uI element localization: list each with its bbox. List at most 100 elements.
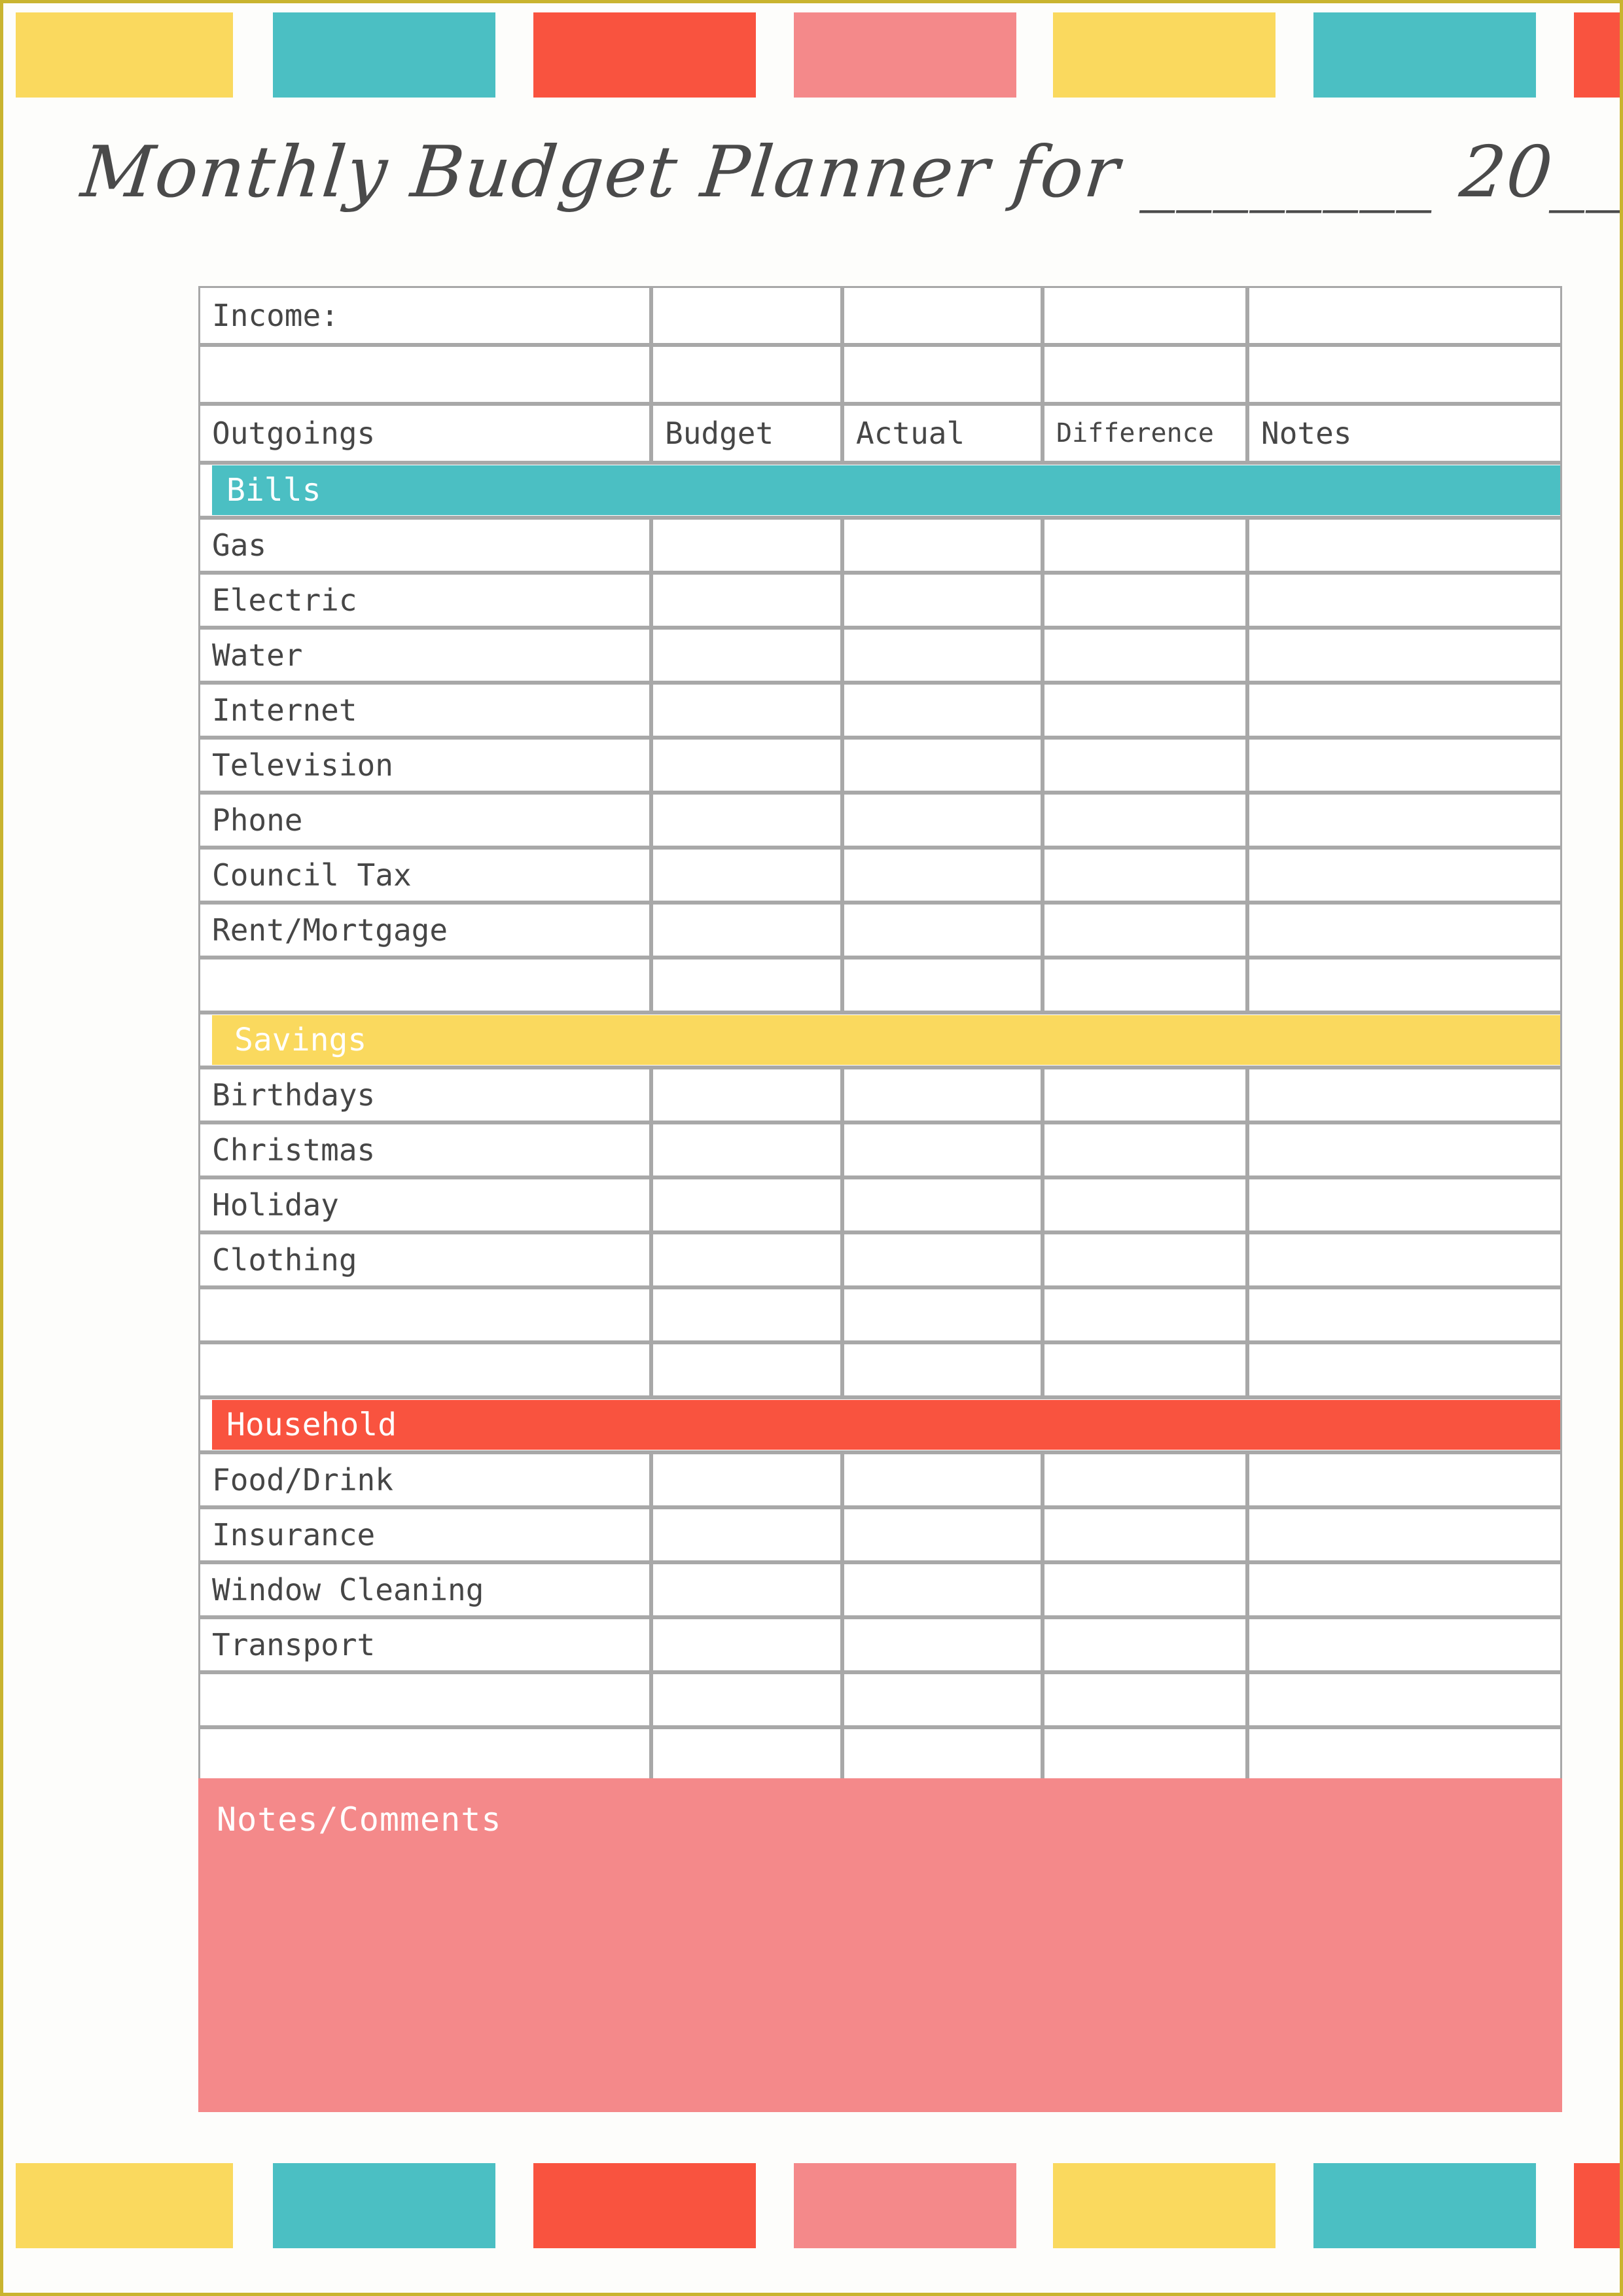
row-actual-cell[interactable] bbox=[842, 1617, 1043, 1672]
row-notes-cell[interactable] bbox=[1247, 903, 1562, 958]
row-difference-cell[interactable] bbox=[1043, 848, 1247, 903]
row-difference-cell[interactable] bbox=[1043, 1452, 1247, 1507]
row-notes-cell[interactable] bbox=[1247, 1727, 1562, 1782]
row-actual-cell[interactable] bbox=[842, 1507, 1043, 1562]
row-budget-cell[interactable] bbox=[651, 1177, 842, 1232]
row-actual-cell[interactable] bbox=[842, 1562, 1043, 1617]
row-label[interactable] bbox=[198, 1287, 651, 1342]
row-difference-cell[interactable] bbox=[1043, 1562, 1247, 1617]
row-notes-cell[interactable] bbox=[1247, 793, 1562, 848]
color-bar bbox=[1313, 2163, 1536, 2248]
row-budget-cell[interactable] bbox=[651, 1672, 842, 1727]
row-budget-cell[interactable] bbox=[651, 1507, 842, 1562]
income-budget-cell[interactable] bbox=[651, 286, 842, 345]
blank-budget-cell[interactable] bbox=[651, 345, 842, 404]
notes-comments-box[interactable]: Notes/Comments bbox=[198, 1778, 1562, 2112]
row-notes-cell[interactable] bbox=[1247, 1232, 1562, 1287]
row-budget-cell[interactable] bbox=[651, 1342, 842, 1397]
row-actual-cell[interactable] bbox=[842, 1672, 1043, 1727]
row-difference-cell[interactable] bbox=[1043, 1177, 1247, 1232]
row-difference-cell[interactable] bbox=[1043, 1342, 1247, 1397]
row-actual-cell[interactable] bbox=[842, 1727, 1043, 1782]
row-actual-cell[interactable] bbox=[842, 1177, 1043, 1232]
row-difference-cell[interactable] bbox=[1043, 1067, 1247, 1122]
row-actual-cell[interactable] bbox=[842, 793, 1043, 848]
row-difference-cell[interactable] bbox=[1043, 628, 1247, 683]
row-difference-cell[interactable] bbox=[1043, 793, 1247, 848]
row-notes-cell[interactable] bbox=[1247, 1122, 1562, 1177]
row-budget-cell[interactable] bbox=[651, 958, 842, 1013]
row-difference-cell[interactable] bbox=[1043, 1672, 1247, 1727]
row-actual-cell[interactable] bbox=[842, 573, 1043, 628]
row-label[interactable] bbox=[198, 1727, 651, 1782]
row-budget-cell[interactable] bbox=[651, 793, 842, 848]
row-notes-cell[interactable] bbox=[1247, 1672, 1562, 1727]
blank-actual-cell[interactable] bbox=[842, 345, 1043, 404]
row-difference-cell[interactable] bbox=[1043, 1287, 1247, 1342]
row-budget-cell[interactable] bbox=[651, 738, 842, 793]
row-notes-cell[interactable] bbox=[1247, 1562, 1562, 1617]
row-actual-cell[interactable] bbox=[842, 1067, 1043, 1122]
row-label[interactable] bbox=[198, 1672, 651, 1727]
row-notes-cell[interactable] bbox=[1247, 1342, 1562, 1397]
row-budget-cell[interactable] bbox=[651, 903, 842, 958]
row-difference-cell[interactable] bbox=[1043, 573, 1247, 628]
income-difference-cell[interactable] bbox=[1043, 286, 1247, 345]
row-budget-cell[interactable] bbox=[651, 1287, 842, 1342]
row-actual-cell[interactable] bbox=[842, 848, 1043, 903]
row-actual-cell[interactable] bbox=[842, 1342, 1043, 1397]
row-budget-cell[interactable] bbox=[651, 1452, 842, 1507]
row-notes-cell[interactable] bbox=[1247, 738, 1562, 793]
row-actual-cell[interactable] bbox=[842, 628, 1043, 683]
row-notes-cell[interactable] bbox=[1247, 1067, 1562, 1122]
row-difference-cell[interactable] bbox=[1043, 1232, 1247, 1287]
row-notes-cell[interactable] bbox=[1247, 1507, 1562, 1562]
row-budget-cell[interactable] bbox=[651, 1067, 842, 1122]
blank-notes-cell[interactable] bbox=[1247, 345, 1562, 404]
row-actual-cell[interactable] bbox=[842, 1287, 1043, 1342]
income-actual-cell[interactable] bbox=[842, 286, 1043, 345]
row-budget-cell[interactable] bbox=[651, 1727, 842, 1782]
blank-difference-cell[interactable] bbox=[1043, 345, 1247, 404]
row-difference-cell[interactable] bbox=[1043, 1727, 1247, 1782]
row-notes-cell[interactable] bbox=[1247, 1287, 1562, 1342]
row-difference-cell[interactable] bbox=[1043, 518, 1247, 573]
row-budget-cell[interactable] bbox=[651, 518, 842, 573]
row-actual-cell[interactable] bbox=[842, 1452, 1043, 1507]
row-notes-cell[interactable] bbox=[1247, 518, 1562, 573]
row-notes-cell[interactable] bbox=[1247, 573, 1562, 628]
row-budget-cell[interactable] bbox=[651, 683, 842, 738]
row-difference-cell[interactable] bbox=[1043, 1122, 1247, 1177]
row-budget-cell[interactable] bbox=[651, 573, 842, 628]
row-difference-cell[interactable] bbox=[1043, 958, 1247, 1013]
row-notes-cell[interactable] bbox=[1247, 1177, 1562, 1232]
blank-label-cell[interactable] bbox=[198, 345, 651, 404]
row-notes-cell[interactable] bbox=[1247, 958, 1562, 1013]
row-budget-cell[interactable] bbox=[651, 1562, 842, 1617]
row-notes-cell[interactable] bbox=[1247, 628, 1562, 683]
row-difference-cell[interactable] bbox=[1043, 1617, 1247, 1672]
income-notes-cell[interactable] bbox=[1247, 286, 1562, 345]
row-difference-cell[interactable] bbox=[1043, 903, 1247, 958]
row-budget-cell[interactable] bbox=[651, 628, 842, 683]
row-label[interactable] bbox=[198, 1342, 651, 1397]
row-actual-cell[interactable] bbox=[842, 958, 1043, 1013]
row-actual-cell[interactable] bbox=[842, 738, 1043, 793]
row-label[interactable] bbox=[198, 958, 651, 1013]
row-budget-cell[interactable] bbox=[651, 1617, 842, 1672]
row-notes-cell[interactable] bbox=[1247, 683, 1562, 738]
row-budget-cell[interactable] bbox=[651, 1122, 842, 1177]
row-budget-cell[interactable] bbox=[651, 1232, 842, 1287]
row-actual-cell[interactable] bbox=[842, 903, 1043, 958]
row-actual-cell[interactable] bbox=[842, 1122, 1043, 1177]
row-notes-cell[interactable] bbox=[1247, 1452, 1562, 1507]
row-actual-cell[interactable] bbox=[842, 683, 1043, 738]
row-difference-cell[interactable] bbox=[1043, 738, 1247, 793]
row-actual-cell[interactable] bbox=[842, 518, 1043, 573]
row-difference-cell[interactable] bbox=[1043, 683, 1247, 738]
row-budget-cell[interactable] bbox=[651, 848, 842, 903]
row-actual-cell[interactable] bbox=[842, 1232, 1043, 1287]
row-notes-cell[interactable] bbox=[1247, 1617, 1562, 1672]
row-notes-cell[interactable] bbox=[1247, 848, 1562, 903]
row-difference-cell[interactable] bbox=[1043, 1507, 1247, 1562]
